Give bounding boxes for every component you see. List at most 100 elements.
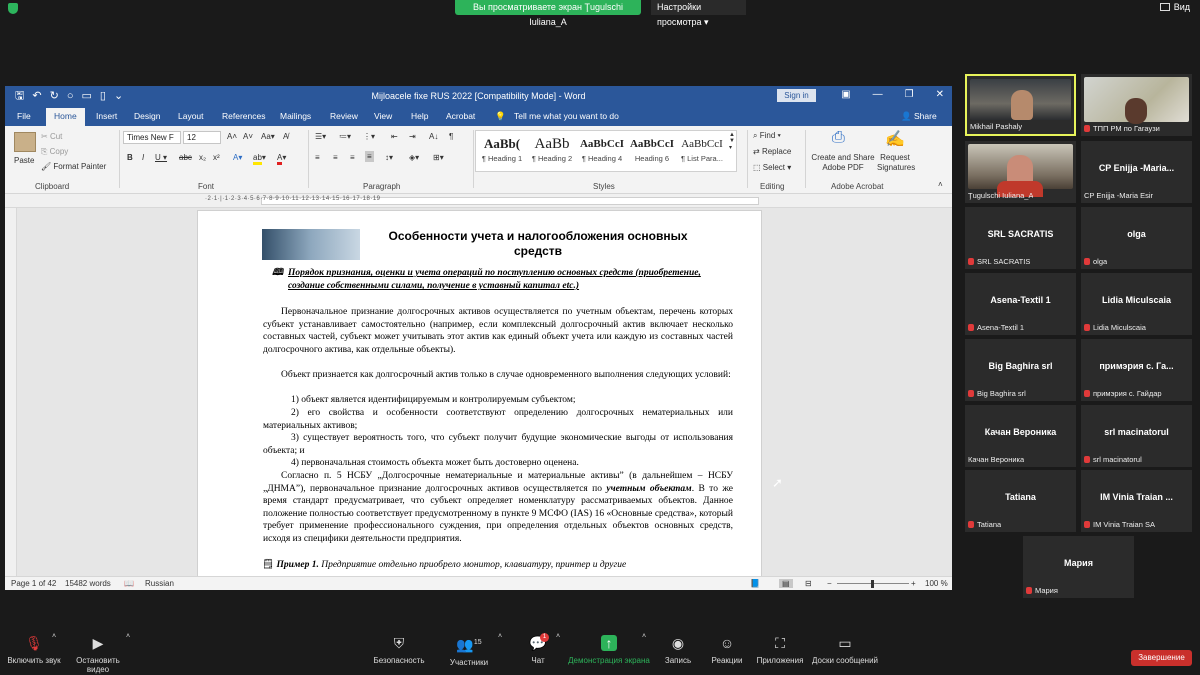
horizontal-ruler[interactable]: ·2·1·|·1·2·3·4·5·6·7·8·9·10·11·12·13·14·… [5, 194, 952, 208]
participant-tile[interactable]: Mikhail Pashaly [965, 74, 1076, 136]
shield-icon[interactable] [8, 3, 18, 14]
decrease-indent-icon[interactable]: ⇤ [391, 132, 398, 141]
font-name-select[interactable]: Times New F [123, 131, 181, 144]
apps-button[interactable]: ⛶ Приложения [756, 635, 804, 665]
participant-tile[interactable]: olga olga [1081, 207, 1192, 269]
style-heading-2[interactable]: AaBb ¶ Heading 2 [527, 134, 577, 168]
show-marks-icon[interactable]: ¶ [449, 132, 453, 141]
style-heading-6[interactable]: AaBbCcI Heading 6 [627, 134, 677, 168]
borders-icon[interactable]: ⊞▾ [433, 153, 444, 162]
shrink-font-icon[interactable]: A˅ [243, 132, 253, 141]
document-canvas[interactable]: Особенности учета и налогообложения осно… [5, 208, 952, 576]
stop-video-button[interactable]: ▶ Остановить видео [66, 635, 130, 674]
font-size-select[interactable]: 12 [183, 131, 221, 144]
tab-layout[interactable]: Layout [178, 111, 204, 121]
zoom-in-icon[interactable]: + [911, 579, 916, 588]
numbering-icon[interactable]: ≔▾ [339, 132, 351, 141]
share-button[interactable]: Share [914, 111, 937, 121]
strikethrough-button[interactable]: abc [179, 153, 192, 162]
style-list-paragraph[interactable]: AaBbCcI ¶ List Para... [677, 134, 727, 168]
increase-indent-icon[interactable]: ⇥ [409, 132, 416, 141]
participant-tile[interactable]: Качан Вероника Качан Вероника [965, 405, 1076, 467]
read-mode-icon[interactable]: 📘 [750, 579, 760, 588]
tab-design[interactable]: Design [134, 111, 160, 121]
multilevel-list-icon[interactable]: ⋮▾ [363, 132, 375, 141]
participant-tile[interactable]: Asena-Textil 1 Asena-Textil 1 [965, 273, 1076, 335]
request-signatures-button[interactable]: Request Signatures [877, 153, 915, 173]
italic-button[interactable]: I [142, 153, 144, 162]
change-case-icon[interactable]: Aa▾ [261, 132, 275, 141]
page-count[interactable]: Page 1 of 42 [11, 579, 56, 588]
select-button[interactable]: Select [763, 163, 785, 172]
participant-tile[interactable]: Мария Мария [1023, 536, 1134, 598]
bold-button[interactable]: B [127, 153, 133, 162]
sign-in-button[interactable]: Sign in [777, 89, 816, 102]
chat-options-caret[interactable]: ˄ [556, 633, 560, 640]
align-center-icon[interactable]: ≡ [333, 153, 338, 162]
tab-file[interactable]: File [17, 111, 31, 121]
zoom-slider-thumb[interactable] [871, 580, 874, 588]
security-button[interactable]: ⛨ Безопасность [373, 635, 425, 665]
participant-tile[interactable]: Tatiana Tatiana [965, 470, 1076, 532]
reactions-button[interactable]: ☺ Реакции [710, 635, 744, 665]
restore-icon[interactable]: ❐ [905, 89, 914, 100]
font-color-icon[interactable]: A▾ [277, 153, 286, 165]
tell-me-box[interactable]: Tell me what you want to do [514, 111, 619, 121]
line-spacing-icon[interactable]: ↕▾ [385, 153, 393, 162]
end-meeting-button[interactable]: Завершение [1131, 650, 1192, 666]
participants-button[interactable]: 👥15 Участники [446, 635, 492, 667]
participant-tile[interactable]: SRL SACRATIS SRL SACRATIS [965, 207, 1076, 269]
tab-acrobat[interactable]: Acrobat [446, 111, 475, 121]
participant-tile[interactable]: ТПП РМ по Гагаузи [1081, 74, 1192, 136]
word-count[interactable]: 15482 words [65, 579, 111, 588]
clear-formatting-icon[interactable]: A̸ [283, 132, 288, 141]
view-settings-button[interactable]: Настройки просмотра ▾ [651, 0, 746, 27]
replace-button[interactable]: Replace [762, 147, 791, 156]
tab-help[interactable]: Help [411, 111, 428, 121]
close-icon[interactable]: ✕ [936, 89, 944, 100]
collapse-ribbon-icon[interactable]: ˄ [938, 180, 943, 189]
record-button[interactable]: ◉ Запись [662, 635, 694, 665]
participant-tile[interactable]: Lidia Miculscaia Lidia Miculscaia [1081, 273, 1192, 335]
zoom-out-icon[interactable]: − [827, 579, 832, 588]
shading-icon[interactable]: ◈▾ [409, 153, 419, 162]
minimize-icon[interactable]: — [873, 89, 883, 100]
paste-icon[interactable] [14, 132, 36, 152]
participant-tile[interactable]: Big Baghira srl Big Baghira srl [965, 339, 1076, 401]
text-effects-icon[interactable]: A▾ [233, 153, 242, 162]
participant-tile[interactable]: srl macinatorul srl macinatorul [1081, 405, 1192, 467]
copy-button[interactable]: Copy [50, 147, 69, 156]
tab-insert[interactable]: Insert [96, 111, 117, 121]
sort-icon[interactable]: A↓ [429, 132, 438, 141]
participants-options-caret[interactable]: ˄ [498, 633, 502, 640]
tab-review[interactable]: Review [330, 111, 358, 121]
tab-view[interactable]: View [374, 111, 392, 121]
participant-tile[interactable]: Ţugulschi Iuliana_A [965, 141, 1076, 203]
paste-button[interactable]: Paste [14, 156, 34, 165]
audio-options-caret[interactable]: ˄ [52, 633, 56, 640]
bullets-icon[interactable]: ☰▾ [315, 132, 326, 141]
participant-tile[interactable]: IM Vinia Traian ... IM Vinia Traian SA [1081, 470, 1192, 532]
zoom-level[interactable]: 100 % [925, 579, 948, 588]
styles-scroll-icon[interactable]: ▲ ▼ ▾ [729, 132, 735, 151]
style-heading-4[interactable]: AaBbCcI ¶ Heading 4 [577, 134, 627, 168]
highlight-icon[interactable]: ab▾ [253, 153, 266, 165]
create-share-pdf-button[interactable]: Create and Share Adobe PDF [809, 153, 877, 173]
participant-tile[interactable]: CP Enijja -Maria... CP Enijja -Maria Esi… [1081, 141, 1192, 203]
share-screen-button[interactable]: ↑ Демонстрация экрана [568, 635, 650, 665]
tab-home[interactable]: Home [46, 108, 85, 126]
cut-button[interactable]: Cut [50, 132, 62, 141]
grow-font-icon[interactable]: A˄ [227, 132, 237, 141]
language[interactable]: Russian [145, 579, 174, 588]
style-heading-1[interactable]: AaBb(¶ Heading 1 [477, 134, 527, 168]
video-options-caret[interactable]: ˄ [126, 633, 130, 640]
view-button[interactable]: Вид [1159, 2, 1190, 12]
ribbon-display-icon[interactable]: ▣ [841, 89, 850, 100]
share-options-caret[interactable]: ˄ [642, 633, 646, 640]
underline-button[interactable]: U ▾ [155, 153, 167, 162]
tab-references[interactable]: References [222, 111, 265, 121]
subscript-button[interactable]: x₂ [199, 153, 206, 162]
shared-word-window[interactable]: 🖫 ↶ ↻ ○ ▭ ▯ ⌄ Mijloacele fixe RUS 2022 [… [5, 86, 952, 590]
chat-button[interactable]: 💬 1 Чат [526, 633, 550, 665]
document-page[interactable]: Особенности учета и налогообложения осно… [197, 210, 762, 576]
